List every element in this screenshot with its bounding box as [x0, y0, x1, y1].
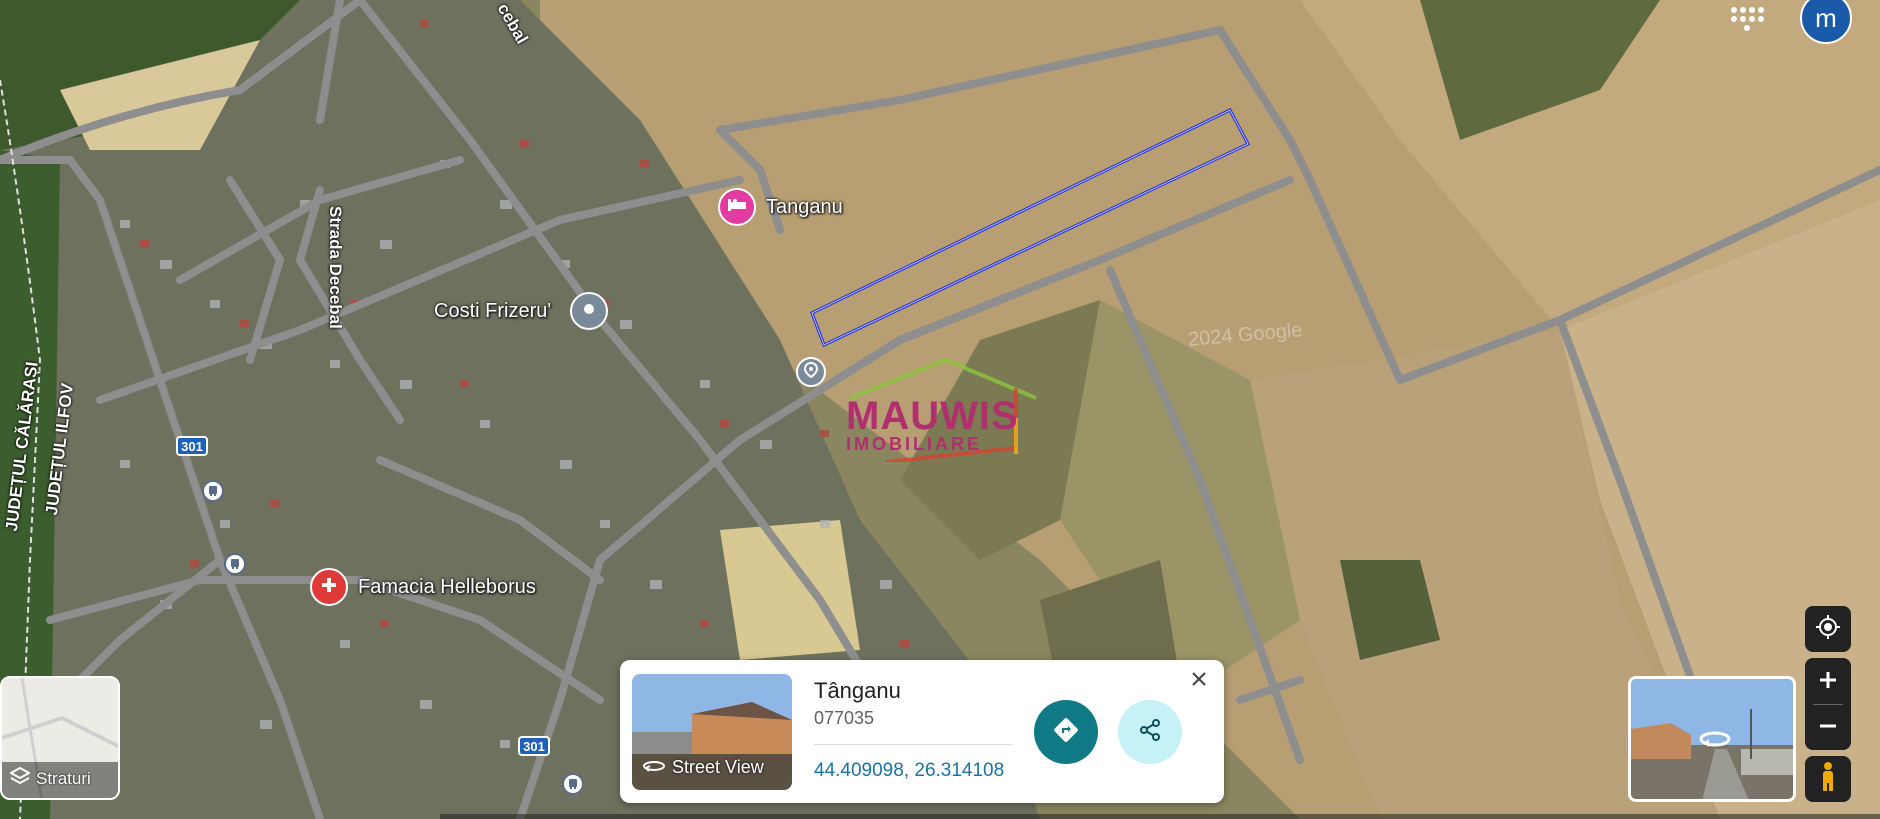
road-label-strada-decebal: Strada Decebal — [326, 206, 345, 329]
bus-stop-icon[interactable] — [224, 553, 246, 575]
zoom-out-icon — [1818, 710, 1838, 744]
hotel-label[interactable]: Tanganu — [766, 196, 843, 219]
watermark-line1: MAUWIS — [846, 394, 1019, 438]
layers-icon — [8, 766, 32, 790]
dropped-location-pin[interactable] — [796, 357, 826, 387]
zoom-in-icon — [1818, 664, 1838, 698]
close-button[interactable] — [1184, 666, 1214, 696]
place-title: Tânganu — [814, 678, 901, 703]
route-shield-301-a: 301 — [176, 436, 208, 456]
layers-button[interactable]: Straturi — [0, 676, 120, 800]
pharmacy-label[interactable]: Famacia Helleborus — [358, 576, 536, 599]
my-location-icon — [1815, 614, 1841, 645]
coordinates-link[interactable]: 44.409098, 26.314108 — [814, 760, 1004, 782]
street-view-preview[interactable] — [1628, 676, 1796, 802]
pharmacy-pin[interactable] — [310, 568, 348, 606]
place-pin[interactable] — [570, 292, 608, 330]
mauwis-watermark-logo: MAUWIS IMOBILIARE — [846, 358, 1036, 462]
directions-button[interactable] — [1034, 700, 1098, 764]
rotate-360-icon — [1697, 729, 1733, 754]
barber-label[interactable]: Costi Frizeru' — [434, 300, 551, 323]
map-footer-bar — [440, 814, 1880, 819]
zoom-controls — [1805, 658, 1851, 750]
bus-stop-icon[interactable] — [202, 480, 224, 502]
close-icon — [1190, 670, 1208, 693]
apps-grid-icon[interactable] — [1730, 2, 1764, 36]
street-view-label: Street View — [672, 757, 764, 777]
hotel-icon — [727, 197, 747, 218]
street-view-thumbnail[interactable]: Street View — [632, 674, 792, 790]
card-divider — [814, 744, 1012, 745]
my-location-button[interactable] — [1805, 606, 1851, 652]
street-view-360-icon — [642, 757, 666, 778]
layers-label: Straturi — [36, 768, 91, 788]
watermark-line2: IMOBILIARE — [846, 434, 982, 454]
share-button[interactable] — [1118, 700, 1182, 764]
postal-code: 077035 — [814, 708, 875, 728]
share-icon — [1138, 718, 1162, 747]
directions-icon — [1053, 717, 1079, 748]
bus-stop-icon[interactable] — [562, 773, 584, 795]
place-info-card: Street View Tânganu 077035 44.409098, 26… — [620, 660, 1224, 803]
location-pin-icon — [803, 361, 819, 383]
route-shield-301-b: 301 — [518, 736, 550, 756]
pegman-icon — [1819, 761, 1837, 798]
zoom-in-button[interactable] — [1805, 658, 1851, 704]
pharmacy-icon — [320, 576, 338, 599]
place-pin-icon — [581, 301, 597, 322]
zoom-out-button[interactable] — [1805, 704, 1851, 750]
pegman-button[interactable] — [1805, 756, 1851, 802]
hotel-pin[interactable] — [718, 188, 756, 226]
